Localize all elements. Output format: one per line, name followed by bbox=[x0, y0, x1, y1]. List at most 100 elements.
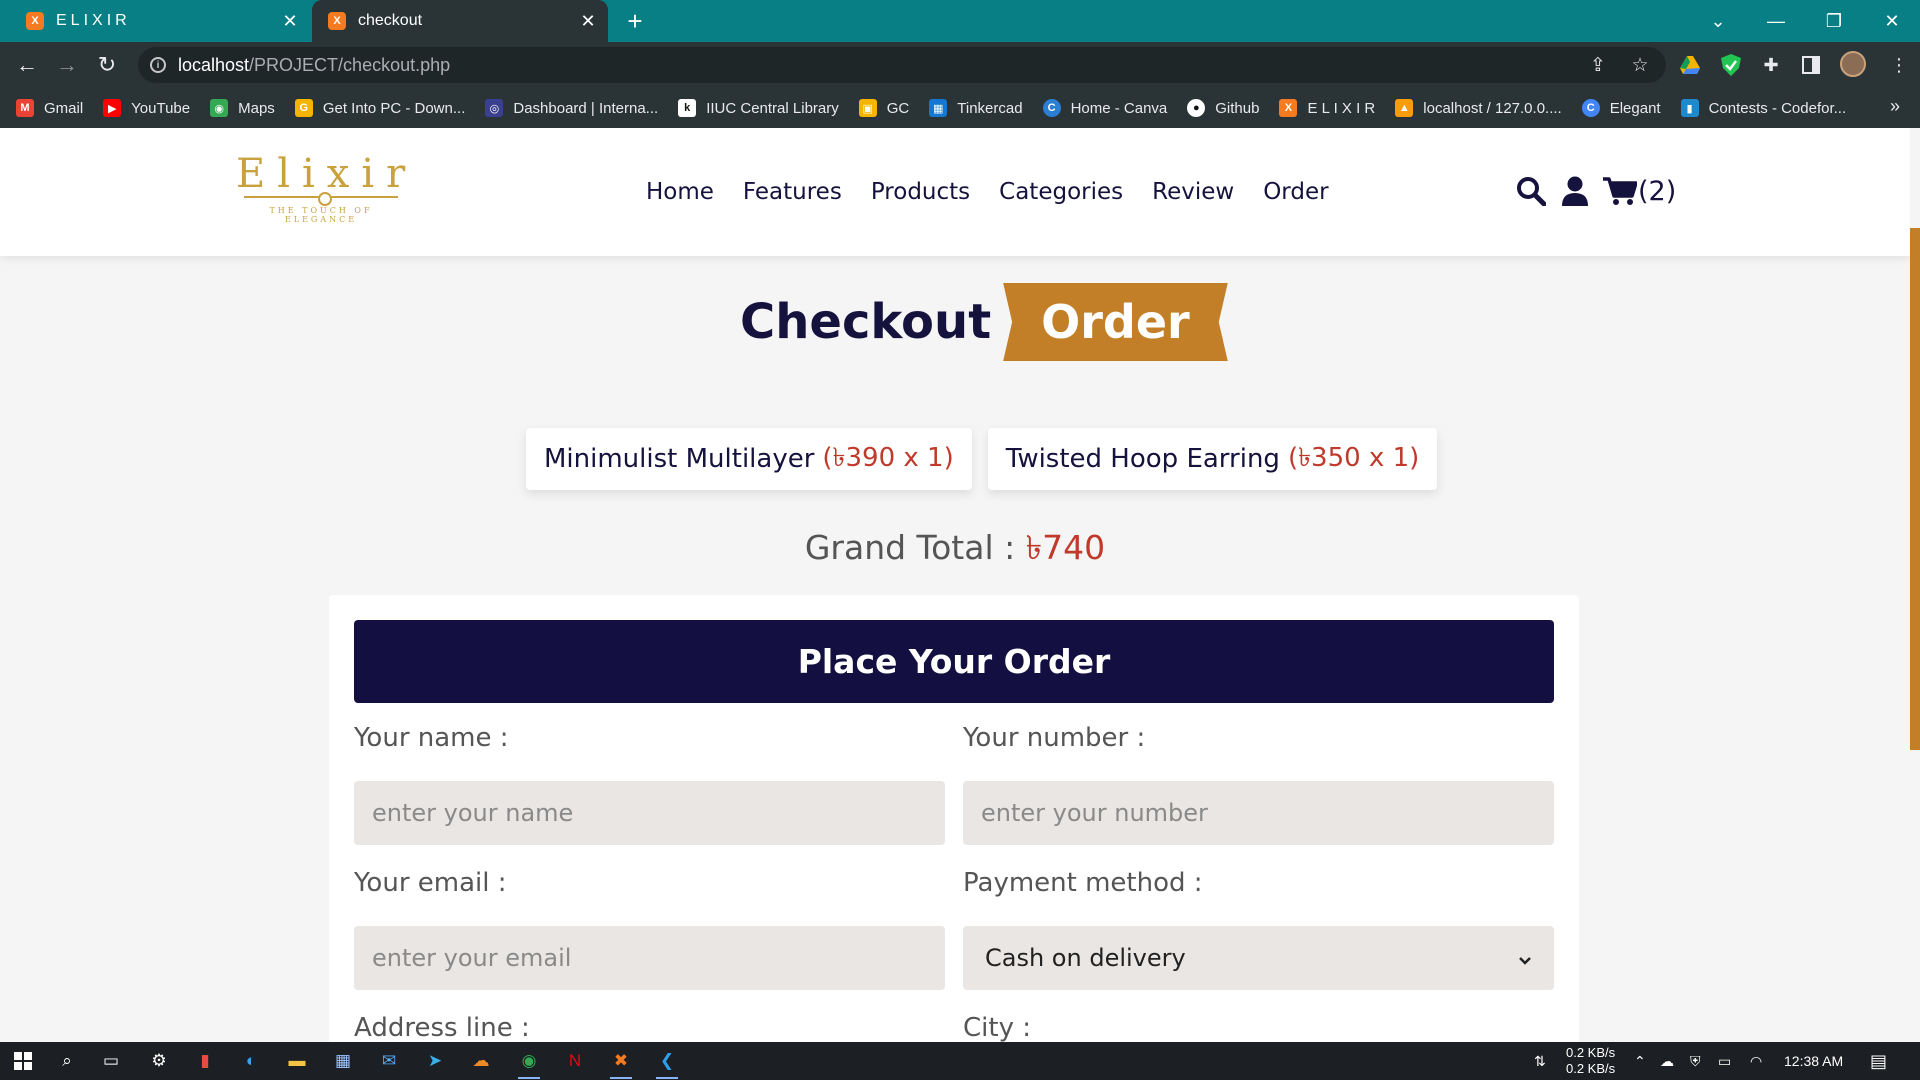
forward-icon[interactable]: → bbox=[52, 50, 82, 80]
codeforces-icon: ▮ bbox=[1680, 99, 1699, 117]
mail-icon[interactable]: ✉ bbox=[372, 1046, 406, 1076]
url-host: localhost bbox=[178, 54, 250, 75]
battery-icon[interactable]: ▭ bbox=[1718, 1042, 1731, 1080]
xampp-icon[interactable]: ✖ bbox=[604, 1046, 638, 1079]
item-name: Twisted Hoop Earring bbox=[1005, 444, 1280, 474]
number-input[interactable] bbox=[963, 781, 1554, 845]
bookmark-library[interactable]: k IIUC Central Library bbox=[678, 99, 839, 117]
cloud-app-icon[interactable]: ☁ bbox=[464, 1046, 498, 1076]
bookmark-label: YouTube bbox=[131, 99, 191, 117]
bookmark-dashboard[interactable]: ◎ Dashboard | Interna... bbox=[485, 99, 658, 117]
address-label: Address line : bbox=[354, 1013, 530, 1042]
cart-count[interactable]: (2) bbox=[1638, 176, 1676, 207]
vscode-icon[interactable]: ❮ bbox=[650, 1046, 684, 1079]
site-info-icon[interactable]: i bbox=[150, 57, 166, 73]
email-input[interactable] bbox=[354, 926, 945, 990]
bookmark-maps[interactable]: ◉ Maps bbox=[210, 99, 275, 117]
address-bar[interactable]: i localhost /PROJECT/checkout.php ⇪ ☆ bbox=[138, 47, 1666, 83]
bookmark-github[interactable]: ● Github bbox=[1187, 99, 1259, 117]
dashboard-icon: ◎ bbox=[485, 99, 504, 117]
bookmark-elixir[interactable]: XE L I X I R bbox=[1279, 99, 1375, 117]
user-icon[interactable] bbox=[1558, 171, 1592, 211]
payment-method-select[interactable]: Cash on delivery bbox=[963, 926, 1554, 990]
email-field-group: Your email : bbox=[354, 868, 945, 990]
getintopc-icon: G bbox=[294, 99, 313, 117]
extension-drive-icon[interactable] bbox=[1677, 52, 1703, 78]
nav-order[interactable]: Order bbox=[1263, 179, 1328, 205]
new-tab-button[interactable]: + bbox=[620, 6, 650, 36]
site-logo[interactable]: Elixir THE TOUCH OF ELEGANCE bbox=[236, 152, 406, 224]
tab-search-icon[interactable]: ⌄ bbox=[1690, 0, 1746, 42]
nav-products[interactable]: Products bbox=[871, 179, 970, 205]
browser-tab-bar: X ELIXIR ✕ X checkout ✕ + ⌄ — ❐ ✕ bbox=[0, 0, 1920, 42]
payment-field-group: Payment method : Cash on delivery bbox=[963, 868, 1554, 990]
close-tab-icon[interactable]: ✕ bbox=[576, 9, 600, 33]
store-icon[interactable]: ▦ bbox=[326, 1046, 360, 1076]
nav-categories[interactable]: Categories bbox=[999, 179, 1123, 205]
search-icon[interactable] bbox=[1514, 171, 1548, 211]
telegram-icon[interactable]: ➤ bbox=[418, 1046, 452, 1076]
close-window-button[interactable]: ✕ bbox=[1864, 0, 1920, 42]
name-field-group: Your name : bbox=[354, 723, 945, 845]
bookmark-gmail[interactable]: M Gmail bbox=[16, 99, 83, 117]
minimize-button[interactable]: — bbox=[1748, 0, 1804, 42]
nav-review[interactable]: Review bbox=[1152, 179, 1234, 205]
tab-elixir[interactable]: X ELIXIR ✕ bbox=[10, 0, 310, 42]
wifi-icon[interactable]: ◠ bbox=[1750, 1042, 1762, 1080]
xampp-icon: X bbox=[1279, 99, 1298, 117]
cart-icon[interactable] bbox=[1602, 171, 1638, 211]
share-icon[interactable]: ⇪ bbox=[1586, 53, 1610, 77]
bookmarks-overflow-icon[interactable]: » bbox=[1890, 96, 1900, 117]
settings-gear-icon[interactable]: ⚙ bbox=[142, 1046, 176, 1076]
bookmark-elegant[interactable]: C Elegant bbox=[1581, 99, 1661, 117]
bookmark-getintopc[interactable]: G Get Into PC - Down... bbox=[294, 99, 465, 117]
notifications-icon[interactable]: ▤ bbox=[1870, 1042, 1887, 1080]
tab-label: checkout bbox=[358, 12, 423, 29]
city-field-group: City : bbox=[963, 1013, 1554, 1042]
onedrive-icon[interactable]: ☁ bbox=[1660, 1042, 1674, 1080]
edge-icon[interactable]: ◐ bbox=[234, 1046, 268, 1076]
library-icon: k bbox=[678, 99, 697, 117]
browser-menu-icon[interactable]: ⋮ bbox=[1886, 52, 1912, 78]
github-icon: ● bbox=[1187, 99, 1206, 117]
chrome-icon[interactable]: ◉ bbox=[512, 1046, 546, 1079]
name-input[interactable] bbox=[354, 781, 945, 845]
tray-chevron-icon[interactable]: ⌃ bbox=[1634, 1042, 1646, 1080]
bookmark-localhost[interactable]: ▲ localhost / 127.0.0.... bbox=[1395, 99, 1562, 117]
name-label: Your name : bbox=[354, 723, 509, 753]
page-scrollbar[interactable] bbox=[1910, 128, 1920, 1042]
bookmark-label: Maps bbox=[238, 99, 275, 117]
scrollbar-thumb[interactable] bbox=[1910, 228, 1920, 750]
bookmark-codeforces[interactable]: ▮ Contests - Codefor... bbox=[1680, 99, 1846, 117]
shield-extension-icon[interactable] bbox=[1718, 52, 1744, 78]
tab-checkout[interactable]: X checkout ✕ bbox=[312, 0, 608, 42]
number-label: Your number : bbox=[963, 723, 1146, 753]
nav-features[interactable]: Features bbox=[743, 179, 842, 205]
restore-button[interactable]: ❐ bbox=[1806, 0, 1862, 42]
windows-start-icon[interactable] bbox=[6, 1046, 40, 1076]
bookmark-label: E L I X I R bbox=[1307, 99, 1376, 117]
task-view-icon[interactable]: ▭ bbox=[94, 1046, 128, 1076]
cart-item: Twisted Hoop Earring (৳350 x 1) bbox=[987, 428, 1438, 490]
extensions-puzzle-icon[interactable]: ✚ bbox=[1758, 52, 1784, 78]
netflix-icon[interactable]: N bbox=[558, 1046, 592, 1076]
side-panel-icon[interactable] bbox=[1798, 52, 1824, 78]
close-tab-icon[interactable]: ✕ bbox=[278, 9, 302, 33]
bookmark-youtube[interactable]: ▶ YouTube bbox=[103, 99, 190, 117]
payment-label: Payment method : bbox=[963, 868, 1203, 898]
reload-icon[interactable]: ↻ bbox=[92, 50, 122, 80]
nav-home[interactable]: Home bbox=[646, 179, 714, 205]
profile-avatar[interactable] bbox=[1840, 51, 1866, 77]
bookmark-canva[interactable]: C Home - Canva bbox=[1042, 99, 1167, 117]
bookmark-gc[interactable]: ▣ GC bbox=[858, 99, 909, 117]
search-icon[interactable]: ⌕ bbox=[50, 1046, 84, 1076]
bookmark-tinkercad[interactable]: ▦ Tinkercad bbox=[929, 99, 1023, 117]
item-price: (৳350 x 1) bbox=[1287, 443, 1420, 473]
security-shield-icon[interactable]: ⛨ bbox=[1690, 1042, 1701, 1080]
clock-time[interactable]: 12:38 AM bbox=[1784, 1042, 1843, 1080]
office-icon[interactable]: ▮ bbox=[188, 1046, 222, 1076]
bookmark-star-icon[interactable]: ☆ bbox=[1628, 53, 1652, 77]
number-field-group: Your number : bbox=[963, 723, 1554, 845]
file-explorer-icon[interactable]: ▬ bbox=[280, 1046, 314, 1076]
back-icon[interactable]: ← bbox=[12, 50, 42, 80]
